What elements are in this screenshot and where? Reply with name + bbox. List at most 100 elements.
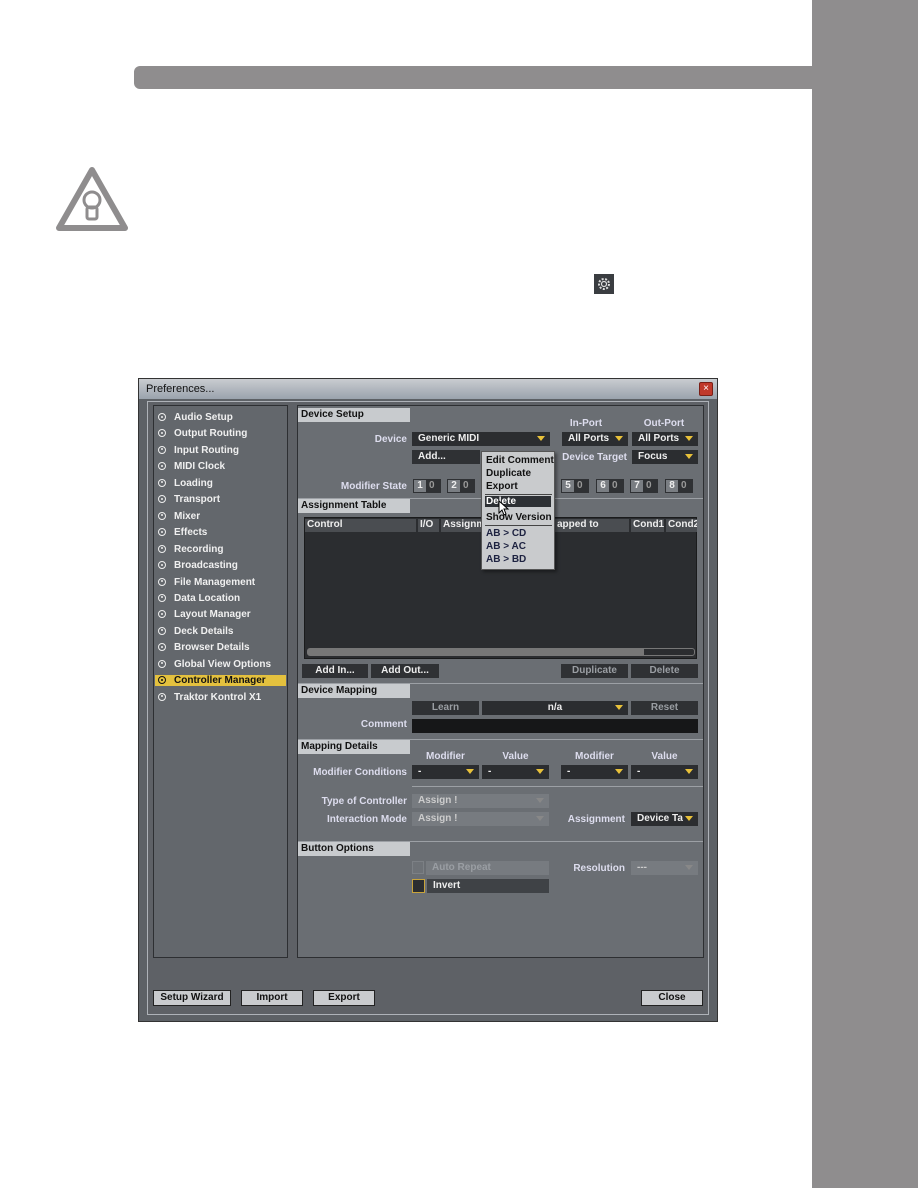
menu-divider <box>485 494 552 495</box>
assignment-dropdown[interactable]: Device Ta <box>631 812 698 826</box>
mapping-dropdown[interactable]: n/a <box>482 701 628 715</box>
nav-item[interactable]: MIDI Clock <box>158 461 225 472</box>
modifier-1[interactable]: 10 <box>413 479 441 493</box>
close-button[interactable]: Close <box>641 990 703 1006</box>
scrollbar-thumb[interactable] <box>308 649 644 655</box>
interaction-mode-dropdown[interactable]: Assign ! <box>412 812 549 826</box>
column-header[interactable]: Control <box>305 519 416 532</box>
learn-button[interactable]: Learn <box>412 701 479 715</box>
divider <box>412 786 703 787</box>
nav-item[interactable]: Deck Details <box>158 626 233 637</box>
radio-icon <box>158 659 166 668</box>
type-of-controller-dropdown[interactable]: Assign ! <box>412 794 549 808</box>
modifier-6[interactable]: 60 <box>596 479 624 493</box>
mouse-cursor-icon <box>498 500 510 516</box>
menu-item-show-version[interactable]: Show Version <box>486 512 552 523</box>
import-button[interactable]: Import <box>241 990 303 1006</box>
device-dropdown[interactable]: Generic MIDI <box>412 432 550 446</box>
in-port-dropdown[interactable]: All Ports <box>562 432 628 446</box>
nav-item[interactable]: Data Location <box>158 593 240 604</box>
add-in-button[interactable]: Add In... <box>302 664 368 678</box>
radio-icon <box>158 577 166 586</box>
modifier-number: 8 <box>666 480 678 492</box>
modifier-5[interactable]: 50 <box>561 479 589 493</box>
resolution-dropdown[interactable]: --- <box>631 861 698 875</box>
menu-item-ab-ac[interactable]: AB > AC <box>486 541 526 552</box>
nav-item[interactable]: Transport <box>158 494 220 505</box>
section-button-options: Button Options <box>298 842 410 856</box>
out-port-value: All Ports <box>638 433 680 444</box>
menu-item-ab-bd[interactable]: AB > BD <box>486 554 526 565</box>
nav-item[interactable]: Broadcasting <box>158 560 238 571</box>
chevron-down-icon <box>615 769 623 774</box>
nav-item[interactable]: File Management <box>158 577 255 588</box>
column-header[interactable]: Cond2 <box>666 519 697 532</box>
nav-item-label: Input Routing <box>174 444 239 456</box>
delete-button[interactable]: Delete <box>631 664 698 678</box>
out-port-dropdown[interactable]: All Ports <box>632 432 698 446</box>
modifier-value: 0 <box>429 480 435 491</box>
modifier-8[interactable]: 80 <box>665 479 693 493</box>
add-device-button[interactable]: Add... <box>412 450 480 464</box>
menu-item-delete[interactable]: Delete <box>485 496 551 507</box>
invert-checkbox[interactable] <box>412 879 425 893</box>
chevron-down-icon <box>685 769 693 774</box>
nav-item[interactable]: Input Routing <box>158 445 239 456</box>
modifier-value: 0 <box>612 480 618 491</box>
nav-item[interactable]: Controller Manager <box>155 675 286 687</box>
export-button[interactable]: Export <box>313 990 375 1006</box>
horizontal-scrollbar[interactable] <box>307 648 695 656</box>
nav-item-label: Controller Manager <box>174 675 266 687</box>
chevron-down-icon <box>685 865 693 870</box>
nav-item[interactable]: Recording <box>158 544 223 555</box>
duplicate-button[interactable]: Duplicate <box>561 664 628 678</box>
nav-item-label: Layout Manager <box>174 609 251 621</box>
condition-value-2[interactable]: - <box>631 765 698 779</box>
interaction-mode-label: Interaction Mode <box>326 814 407 825</box>
chevron-down-icon <box>536 769 544 774</box>
condition-value-1[interactable]: - <box>482 765 549 779</box>
menu-item-export[interactable]: Export <box>486 481 518 492</box>
radio-icon <box>158 626 166 635</box>
column-header[interactable]: Cond1 <box>631 519 664 532</box>
setup-wizard-button[interactable]: Setup Wizard <box>153 990 231 1006</box>
column-header[interactable]: apped to <box>555 519 629 532</box>
radio-icon <box>158 429 166 438</box>
nav-item[interactable]: Traktor Kontrol X1 <box>158 692 261 703</box>
nav-item-label: File Management <box>174 576 256 588</box>
condition-modifier-1[interactable]: - <box>412 765 479 779</box>
add-out-button[interactable]: Add Out... <box>371 664 439 678</box>
chevron-down-icon <box>685 436 693 441</box>
close-icon[interactable]: × <box>699 382 713 396</box>
nav-item-label: Loading <box>174 477 213 489</box>
comment-input[interactable] <box>412 719 698 733</box>
condition-modifier-2[interactable]: - <box>561 765 628 779</box>
menu-item-ab-cd[interactable]: AB > CD <box>486 528 526 539</box>
modifier-value: 0 <box>646 480 652 491</box>
nav-item[interactable]: Mixer <box>158 511 200 522</box>
menu-item-edit-comment[interactable]: Edit Comment <box>486 455 554 466</box>
header-band <box>134 66 812 89</box>
nav-item[interactable]: Browser Details <box>158 642 250 653</box>
auto-repeat-checkbox[interactable] <box>412 861 424 874</box>
chevron-down-icon <box>537 436 545 441</box>
interaction-value: Assign ! <box>418 813 458 824</box>
nav-item-label: Recording <box>174 543 224 555</box>
reset-button[interactable]: Reset <box>631 701 698 715</box>
modifier-number: 1 <box>414 480 426 492</box>
nav-item[interactable]: Effects <box>158 527 207 538</box>
section-assignment-table: Assignment Table <box>298 499 410 513</box>
nav-item[interactable]: Audio Setup <box>158 412 233 423</box>
modifier-2[interactable]: 20 <box>447 479 475 493</box>
column-header[interactable]: I/O <box>418 519 439 532</box>
nav-item[interactable]: Global View Options <box>158 659 271 670</box>
resolution-label: Resolution <box>573 863 625 874</box>
nav-item[interactable]: Layout Manager <box>158 609 251 620</box>
device-target-dropdown[interactable]: Focus <box>632 450 698 464</box>
nav-item-label: Output Routing <box>174 428 248 440</box>
nav-item-label: Data Location <box>174 592 241 604</box>
menu-item-duplicate[interactable]: Duplicate <box>486 468 531 479</box>
nav-item[interactable]: Output Routing <box>158 428 247 439</box>
nav-item[interactable]: Loading <box>158 478 213 489</box>
modifier-7[interactable]: 70 <box>630 479 658 493</box>
